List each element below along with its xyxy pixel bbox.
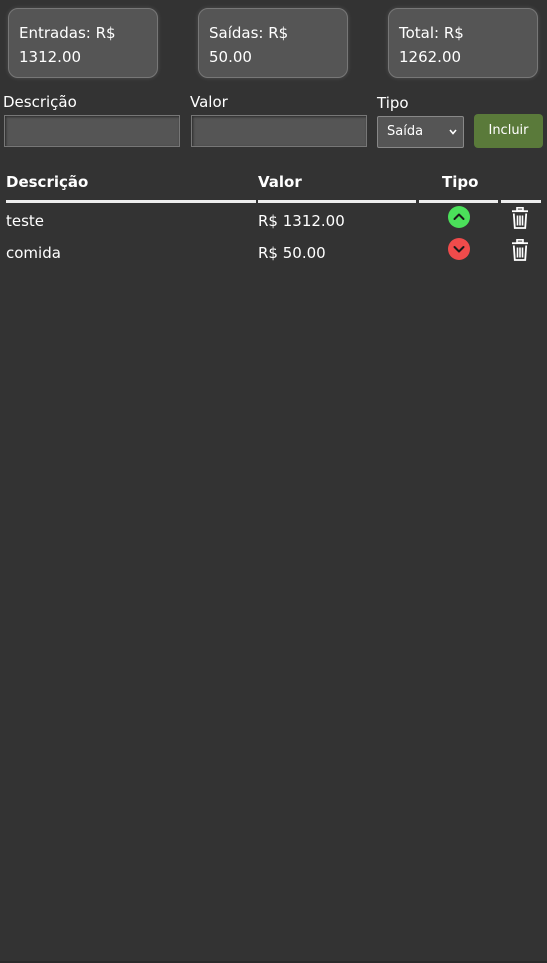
description-input[interactable] xyxy=(4,115,180,147)
column-header-description: Descrição xyxy=(6,173,89,191)
column-header-type: Tipo xyxy=(442,173,479,191)
add-entry-button[interactable]: Incluir xyxy=(474,114,543,148)
header-divider xyxy=(258,200,416,203)
column-header-value: Valor xyxy=(258,173,302,191)
expense-summary-label: Saídas: R$ xyxy=(209,24,289,42)
trash-icon[interactable] xyxy=(511,239,529,261)
row-value: R$ 50.00 xyxy=(258,244,326,262)
income-summary-value: 1312.00 xyxy=(19,48,82,66)
income-summary-card: Entradas: R$ 1312.00 xyxy=(8,8,158,78)
total-summary-label: Total: R$ xyxy=(399,24,464,42)
row-value: R$ 1312.00 xyxy=(258,212,345,230)
arrow-up-circle-icon xyxy=(448,206,470,228)
row-description: comida xyxy=(6,244,61,262)
header-divider xyxy=(501,200,541,203)
expense-summary-card: Saídas: R$ 50.00 xyxy=(198,8,348,78)
arrow-down-circle-icon xyxy=(448,238,470,260)
type-select-value: Saída xyxy=(387,124,424,139)
total-summary-card: Total: R$ 1262.00 xyxy=(388,8,538,78)
row-description: teste xyxy=(6,212,45,230)
type-select[interactable]: Saída xyxy=(377,116,464,148)
expense-summary-value: 50.00 xyxy=(209,48,252,66)
income-summary-label: Entradas: R$ xyxy=(19,24,116,42)
value-input[interactable] xyxy=(191,115,367,147)
type-label: Tipo xyxy=(377,94,409,112)
description-label: Descrição xyxy=(3,93,77,111)
header-divider xyxy=(6,200,256,203)
trash-icon[interactable] xyxy=(511,207,529,229)
header-divider xyxy=(419,200,498,203)
total-summary-value: 1262.00 xyxy=(399,48,462,66)
chevron-down-icon xyxy=(449,129,457,135)
value-label: Valor xyxy=(190,93,228,111)
